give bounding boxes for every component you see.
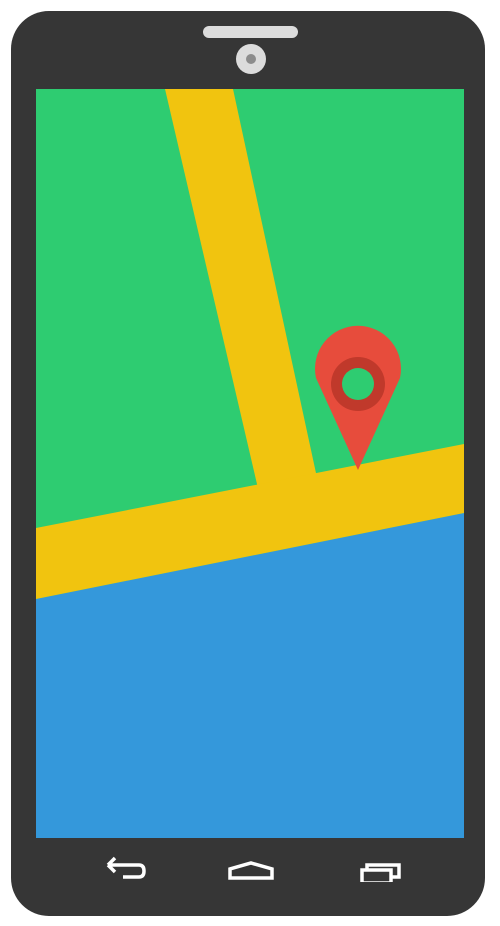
speaker-grille [203,26,298,38]
recent-apps-button[interactable] [356,842,406,882]
map-canvas[interactable] [36,89,464,838]
map-screen[interactable] [36,89,464,838]
front-camera [236,44,266,74]
back-arrow-icon [106,856,146,879]
phone-frame [11,11,485,916]
recent-apps-icon [360,863,401,882]
home-icon [228,861,274,880]
back-button[interactable] [101,842,151,882]
home-button[interactable] [226,842,276,882]
